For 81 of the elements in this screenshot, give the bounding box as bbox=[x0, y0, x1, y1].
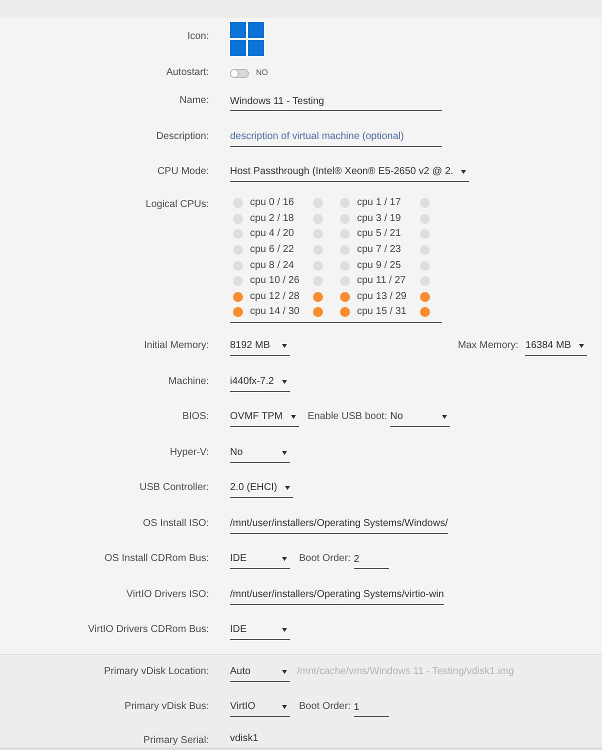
thread-checkbox[interactable] bbox=[340, 292, 350, 302]
field-label: Machine: bbox=[168, 374, 209, 388]
thread-checkbox[interactable] bbox=[233, 292, 243, 302]
field-label: OS Install ISO: bbox=[142, 516, 209, 530]
caret-icon bbox=[290, 415, 296, 419]
caret-icon bbox=[285, 486, 290, 490]
select-dropdown[interactable]: i440fx-7.2 bbox=[230, 372, 290, 392]
field-label: Enable USB boot: bbox=[308, 410, 388, 424]
caret-icon bbox=[579, 344, 584, 348]
cpu-label: cpu 2 / 18 bbox=[250, 212, 295, 225]
text-field[interactable]: Windows 11 - Testing bbox=[230, 92, 442, 111]
thread-checkbox[interactable] bbox=[313, 292, 323, 302]
thread-checkbox[interactable] bbox=[233, 307, 243, 318]
field-label: Autostart: bbox=[166, 66, 209, 80]
cpu-label: cpu 10 / 26 bbox=[250, 275, 300, 288]
iso-path-field[interactable]: /mnt/user/installers/Operating Systems/Windows/ bbox=[230, 514, 448, 534]
select-dropdown[interactable]: IDE bbox=[230, 550, 290, 569]
field-label: Primary vDisk Location: bbox=[104, 664, 209, 678]
cpu-label: cpu 11 / 27 bbox=[357, 275, 407, 288]
cpu-label: cpu 8 / 24 bbox=[250, 260, 295, 272]
select-dropdown[interactable]: IDE bbox=[230, 621, 290, 640]
select-dropdown[interactable]: Auto bbox=[230, 662, 290, 682]
cpu-label: cpu 0 / 16 bbox=[250, 197, 295, 210]
caret-icon bbox=[282, 705, 287, 709]
caret-icon bbox=[282, 380, 287, 384]
cpu-label: cpu 9 / 25 bbox=[357, 260, 402, 272]
field-label: Logical CPUs: bbox=[146, 198, 209, 212]
vdisk-path-text: /mnt/cache/vms/Windows 11 - Testing/vdisk1.img bbox=[297, 664, 514, 678]
select-dropdown[interactable]: 8192 MB bbox=[230, 337, 290, 356]
select-dropdown[interactable]: VirtIO bbox=[230, 698, 290, 717]
thread-checkbox[interactable] bbox=[313, 307, 323, 318]
field-label: BIOS: bbox=[182, 410, 209, 424]
field-label: VirtIO Drivers ISO: bbox=[126, 588, 209, 602]
field-label: Icon: bbox=[187, 30, 209, 44]
field-label: Name: bbox=[180, 94, 209, 108]
field-label: VirtIO Drivers CDRom Bus: bbox=[88, 623, 209, 637]
select-dropdown[interactable]: Host Passthrough (Intel® Xeon® E5-2650 v2 @ 2. bbox=[230, 163, 470, 182]
tile-grid-icon[interactable] bbox=[230, 22, 264, 56]
field-label: USB Controller: bbox=[140, 481, 209, 495]
serial-field[interactable]: vdisk1 bbox=[230, 732, 258, 746]
select-dropdown[interactable]: 2.0 (EHCI) bbox=[230, 479, 294, 498]
cpu-label: cpu 13 / 29 bbox=[357, 290, 408, 303]
caret-icon bbox=[461, 170, 466, 174]
field-label: Primary vDisk Bus: bbox=[124, 700, 209, 714]
cpu-label: cpu 5 / 21 bbox=[357, 228, 402, 240]
field-label: Boot Order: bbox=[299, 552, 351, 566]
field-label: Hyper-V: bbox=[170, 446, 209, 460]
field-label: OS Install CDRom Bus: bbox=[104, 552, 209, 566]
select-dropdown[interactable]: 16384 MB bbox=[525, 337, 587, 356]
cpu-label: cpu 6 / 22 bbox=[250, 244, 295, 256]
caret-icon bbox=[442, 415, 448, 419]
caret-icon bbox=[282, 628, 287, 632]
select-dropdown[interactable]: OVMF TPM bbox=[230, 408, 299, 427]
cpu-label: cpu 7 / 23 bbox=[357, 244, 402, 256]
text-field[interactable]: 2 bbox=[354, 550, 389, 569]
iso-path-field[interactable]: /mnt/user/installers/Operating Systems/virtio-win bbox=[230, 586, 444, 604]
caret-icon bbox=[282, 450, 287, 454]
cpu-label: cpu 14 / 30 bbox=[250, 306, 300, 318]
caret-icon bbox=[282, 557, 287, 561]
field-label: Primary Serial: bbox=[143, 734, 209, 748]
caret-icon bbox=[282, 344, 287, 348]
toggle-switch[interactable] bbox=[230, 68, 249, 78]
cpu-label: cpu 12 / 28 bbox=[250, 290, 300, 303]
cpu-label: cpu 4 / 20 bbox=[250, 228, 295, 240]
cpu-label: cpu 1 / 17 bbox=[357, 197, 402, 210]
thread-checkbox[interactable] bbox=[420, 307, 430, 318]
select-dropdown[interactable]: No bbox=[230, 444, 290, 462]
toggle-state-label: NO bbox=[256, 68, 268, 78]
cpu-label: cpu 15 / 31 bbox=[357, 306, 408, 318]
select-dropdown[interactable]: No bbox=[390, 408, 450, 427]
cpu-label: cpu 3 / 19 bbox=[357, 212, 402, 225]
field-label: CPU Mode: bbox=[157, 165, 209, 179]
field-label: Max Memory: bbox=[458, 339, 518, 353]
thread-checkbox[interactable] bbox=[420, 292, 430, 302]
thread-checkbox[interactable] bbox=[340, 307, 350, 318]
text-field[interactable]: 1 bbox=[354, 698, 389, 717]
field-label: Initial Memory: bbox=[144, 339, 209, 353]
text-field[interactable]: description of virtual machine (optional) bbox=[230, 128, 442, 146]
field-label: Description: bbox=[156, 130, 209, 144]
field-label: Boot Order: bbox=[299, 700, 351, 714]
caret-icon bbox=[282, 670, 287, 674]
